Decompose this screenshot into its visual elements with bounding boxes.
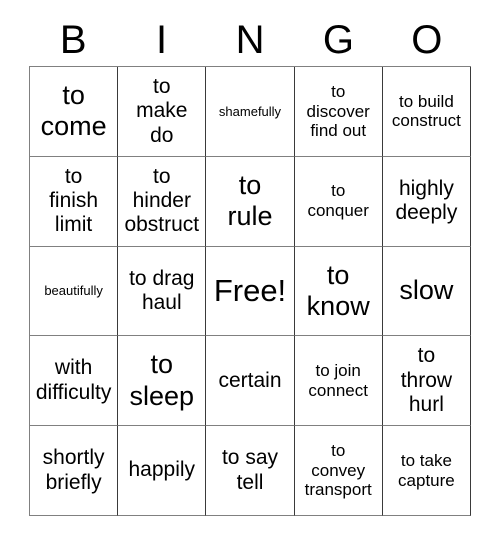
- bingo-cell[interactable]: to make do: [118, 67, 207, 157]
- bingo-cell[interactable]: certain: [206, 336, 295, 427]
- bingo-cell-label: shamefully: [218, 103, 282, 119]
- bingo-cell[interactable]: to throw hurl: [382, 336, 471, 427]
- bingo-cell-label: to make do: [136, 74, 188, 147]
- bingo-cell[interactable]: shortly briefly: [30, 426, 119, 516]
- bingo-cell[interactable]: to build construct: [382, 67, 471, 157]
- bingo-cell[interactable]: to rule: [206, 156, 295, 247]
- bingo-cell[interactable]: to discover find out: [294, 67, 383, 157]
- bingo-cell[interactable]: beautifully: [30, 246, 119, 337]
- header-letter-n: N: [235, 18, 265, 62]
- bingo-cell-label: to know: [306, 259, 370, 321]
- bingo-cell-label: to throw hurl: [400, 344, 453, 416]
- bingo-cell[interactable]: to hinder obstruct: [118, 156, 207, 247]
- bingo-cell-label: highly deeply: [395, 176, 458, 225]
- bingo-cell[interactable]: highly deeply: [382, 156, 471, 247]
- bingo-cell[interactable]: to come: [30, 67, 119, 157]
- bingo-cell[interactable]: to sleep: [118, 336, 207, 427]
- bingo-cell[interactable]: to know: [294, 246, 383, 337]
- bingo-cell[interactable]: with difficulty: [30, 336, 119, 427]
- bingo-cell-label: to rule: [227, 169, 273, 232]
- bingo-cell-label: to say tell: [221, 446, 278, 494]
- bingo-cell[interactable]: to take capture: [382, 426, 471, 516]
- bingo-cell-free[interactable]: Free!: [206, 246, 295, 337]
- bingo-cell-label: to hinder obstruct: [124, 164, 200, 237]
- bingo-cell-label: to take capture: [398, 450, 455, 490]
- bingo-cell[interactable]: to join connect: [294, 336, 383, 427]
- bingo-cell-label: Free!: [213, 273, 287, 309]
- bingo-cell[interactable]: to conquer: [294, 156, 383, 247]
- bingo-cell-label: to sleep: [129, 349, 195, 411]
- bingo-card: B I N G O to come to make do shamefully …: [0, 0, 500, 544]
- bingo-cell-label: with difficulty: [35, 356, 112, 404]
- bingo-cell-label: slow: [399, 275, 454, 306]
- bingo-cell-label: to conquer: [307, 181, 369, 221]
- header-letter-b: B: [59, 18, 87, 62]
- bingo-cell-label: to build construct: [391, 91, 461, 131]
- bingo-cell[interactable]: happily: [118, 426, 207, 516]
- bingo-cell-label: to finish limit: [49, 164, 99, 237]
- bingo-cell[interactable]: shamefully: [206, 67, 295, 157]
- bingo-cell-label: to convey transport: [304, 441, 372, 500]
- bingo-cell[interactable]: to convey transport: [294, 426, 383, 516]
- bingo-cell[interactable]: slow: [382, 246, 471, 337]
- bingo-cell-label: to come: [40, 80, 107, 142]
- bingo-cell-label: shortly briefly: [42, 446, 105, 494]
- header-letter-g: G: [322, 18, 354, 62]
- bingo-cell[interactable]: to drag haul: [118, 246, 207, 337]
- bingo-cell-label: to join connect: [308, 361, 368, 400]
- header-letter-o: O: [411, 18, 443, 62]
- bingo-cell-label: to discover find out: [306, 81, 370, 141]
- bingo-cell-label: to drag haul: [129, 266, 195, 314]
- bingo-header-row: B I N G O: [29, 14, 471, 66]
- bingo-cell-label: certain: [218, 368, 282, 392]
- header-letter-i: I: [156, 18, 168, 62]
- bingo-cell[interactable]: to finish limit: [30, 156, 119, 247]
- bingo-cell-label: beautifully: [44, 283, 103, 299]
- bingo-cell[interactable]: to say tell: [206, 426, 295, 516]
- bingo-cell-label: happily: [128, 458, 196, 482]
- bingo-grid: to come to make do shamefully to discove…: [29, 66, 471, 516]
